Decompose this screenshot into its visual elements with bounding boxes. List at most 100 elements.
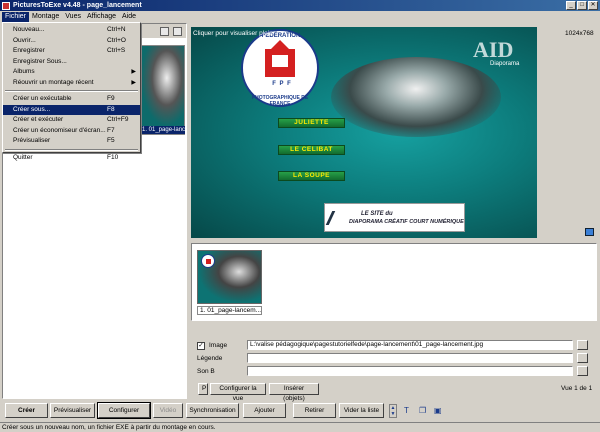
wing-logo-icon — [325, 211, 349, 225]
legende-label: Légende — [197, 355, 223, 362]
menu-item-shortcut: F10 — [107, 153, 119, 161]
configurer-button[interactable]: Configurer — [97, 402, 151, 419]
copy-icon[interactable]: ❐ — [419, 406, 426, 415]
menu-item-label: Enregistrer — [13, 47, 45, 54]
aid-subtitle: Diaporama — [490, 61, 520, 67]
menu-item-label: Créer un économiseur d'écran... — [13, 126, 106, 134]
menu-item-label: Quitter — [13, 153, 33, 161]
preview-hint: Cliquer pour visualiser plein — [193, 30, 273, 37]
menu-item-reouvrir[interactable]: Réouvrir un montage récent ▶ — [3, 78, 140, 89]
submenu-arrow-icon: ▶ — [131, 79, 136, 86]
submenu-arrow-icon: ▶ — [131, 69, 136, 75]
maximize-button[interactable]: □ — [577, 1, 587, 10]
image-checkbox[interactable]: ✓ — [197, 341, 205, 350]
menu-item-label: Prévisualiser — [13, 137, 51, 144]
folder-up-icon[interactable] — [160, 26, 169, 36]
slide-strip[interactable]: 1. 01_page-lancem... — [191, 243, 597, 321]
menu-item-creer-sous[interactable]: Créer sous... F8 — [3, 104, 140, 115]
menu-item-quitter[interactable]: Quitter F10 — [3, 153, 140, 164]
slide-preview[interactable]: F P F FÉDÉRATION PHOTOGRAPHIQUE DE FRANC… — [191, 27, 537, 238]
menu-separator — [5, 90, 138, 92]
new-folder-icon[interactable] — [173, 26, 182, 36]
insert-objects-button[interactable]: Insérer (objets) — [269, 383, 319, 402]
menu-item-shortcut: Ctrl+S — [107, 47, 126, 54]
minimize-button[interactable]: _ — [566, 1, 576, 10]
menu-item-shortcut: Ctrl+F9 — [107, 116, 129, 123]
thumbnail-label: 1. 01_page-lancement — [142, 126, 185, 134]
menu-item-creer-executer[interactable]: Créer et exécuter Ctrl+F9 — [3, 115, 140, 126]
view-count: Vue 1 de 1 — [561, 385, 593, 392]
son-field[interactable] — [247, 366, 573, 376]
nav-button-juliette[interactable]: JULIETTE — [278, 118, 345, 128]
menu-item-economiseur[interactable]: Créer un économiseur d'écran... F7 — [3, 126, 140, 137]
menu-separator — [5, 148, 138, 151]
text-icon[interactable]: T — [404, 406, 409, 415]
menu-item-shortcut: F5 — [107, 137, 115, 144]
nav-button-le-celibat[interactable]: LE CELIBAT — [278, 145, 345, 155]
menu-montage[interactable]: Montage — [29, 12, 62, 22]
legende-edit-button[interactable] — [577, 353, 588, 363]
browse-sound-button[interactable] — [577, 366, 588, 376]
menu-item-label: Ouvrir... — [13, 36, 36, 44]
slide-thumbnail-label: 1. 01_page-lancem... — [197, 306, 262, 315]
retirer-button[interactable]: Retirer — [293, 403, 336, 418]
menu-item-label: Albums — [13, 68, 35, 75]
nav-button-la-soupe[interactable]: LA SOUPE — [278, 171, 345, 181]
creer-button[interactable]: Créer — [5, 403, 48, 418]
thumbnail-image — [141, 46, 184, 126]
menu-item-enregistrer[interactable]: Enregistrer Ctrl+S — [3, 46, 140, 57]
file-thumbnail[interactable]: 1. 01_page-lancement — [140, 45, 185, 135]
previsualiser-button[interactable]: Prévisualiser — [50, 403, 95, 418]
menu-item-label: Réouvrir un montage récent — [13, 78, 94, 86]
banner-line-1: LE SITE du — [361, 211, 393, 217]
menu-vues[interactable]: Vues — [62, 12, 84, 22]
menu-item-shortcut: Ctrl+O — [107, 36, 126, 44]
menu-item-creer-executable[interactable]: Créer un exécutable F9 — [3, 94, 140, 105]
status-bar: Créer sous un nouveau nom, un fichier EX… — [0, 422, 600, 432]
configure-view-button[interactable]: Configurer la vue — [210, 383, 266, 402]
close-button[interactable]: ✕ — [588, 1, 598, 10]
menu-item-shortcut: F7 — [107, 126, 115, 134]
image-label: Image — [209, 342, 228, 349]
window-title: PicturesToExe v4.48 - page_lancement — [13, 2, 142, 9]
legende-field[interactable] — [247, 353, 573, 363]
menu-item-ouvrir[interactable]: Ouvrir... Ctrl+O — [3, 36, 140, 47]
resolution-label: 1024x768 — [565, 30, 594, 37]
son-label: Son B — [197, 368, 215, 375]
vider-la-liste-button[interactable]: Vider la liste — [339, 403, 384, 418]
slide-properties: ✓ Image L:\valise pédagogique\pagestutor… — [191, 334, 597, 402]
menu-aide[interactable]: Aide — [119, 12, 139, 22]
ajouter-button[interactable]: Ajouter — [243, 403, 286, 418]
menu-item-label: Créer sous... — [13, 105, 51, 113]
bottom-toolbar: Créer Prévisualiser Configurer Vidéo Syn… — [0, 401, 600, 421]
save-icon[interactable]: ▣ — [434, 406, 442, 415]
banner-line-2: DIAPORAMA CRÉATIF COURT NUMÉRIQUE — [349, 219, 464, 225]
preview-photo — [331, 57, 501, 137]
title-bar: PicturesToExe v4.48 - page_lancement _ □… — [0, 0, 600, 11]
menu-item-label: Créer un exécutable — [13, 95, 72, 102]
mini-logo — [201, 254, 215, 268]
app-icon[interactable] — [2, 1, 10, 10]
menu-item-previsualiser[interactable]: Prévisualiser F5 — [3, 136, 140, 147]
house-window — [272, 55, 288, 67]
fullscreen-icon[interactable] — [585, 228, 594, 236]
menu-affichage[interactable]: Affichage — [84, 12, 119, 22]
menu-item-nouveau[interactable]: Nouveau... Ctrl+N — [3, 25, 140, 36]
p-button[interactable]: P — [198, 383, 208, 395]
menu-item-label: Nouveau... — [13, 26, 45, 33]
slide-thumbnail[interactable] — [197, 250, 262, 304]
menu-fichier[interactable]: Fichier — [2, 11, 30, 22]
browse-image-button[interactable] — [577, 340, 588, 350]
menu-item-label: Créer et exécuter — [13, 116, 64, 123]
logo-bottom-text: PHOTOGRAPHIQUE DE FRANCE — [251, 95, 309, 107]
menu-item-albums[interactable]: Albums ▶ — [3, 67, 140, 78]
video-button[interactable]: Vidéo — [153, 403, 183, 418]
image-path-field[interactable]: L:\valise pédagogique\pagestutorielfede\… — [247, 340, 573, 350]
menu-item-label: Enregistrer Sous... — [13, 57, 67, 65]
menu-item-shortcut: F9 — [107, 95, 115, 102]
menu-item-shortcut: F8 — [107, 105, 115, 113]
synchronisation-button[interactable]: Synchronisation — [186, 403, 239, 418]
site-banner: LE SITE du DIAPORAMA CRÉATIF COURT NUMÉR… — [324, 203, 465, 232]
move-up-down-icon[interactable]: ▲ ▼ — [389, 404, 397, 418]
menu-item-enregistrer-sous[interactable]: Enregistrer Sous... — [3, 57, 140, 68]
